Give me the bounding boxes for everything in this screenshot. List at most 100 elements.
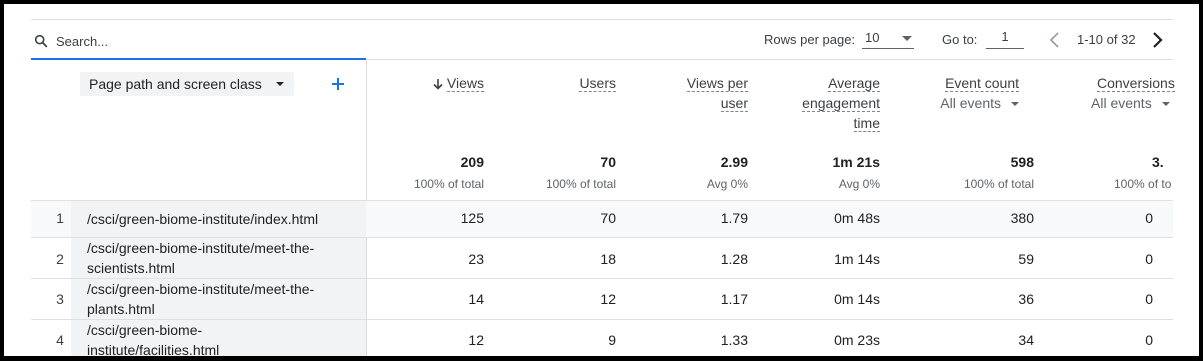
cell-event-count: 59 xyxy=(1018,251,1034,267)
total-subtext: Avg 0% xyxy=(838,177,880,191)
cell-views: 23 xyxy=(468,251,484,267)
page-path[interactable]: /csci/green-biome-institute/meet-the- sc… xyxy=(87,238,352,278)
column-title-line3: time xyxy=(853,115,880,132)
caret-down-icon xyxy=(1011,102,1019,107)
column-header-average-engagement-time[interactable]: Average engagement time xyxy=(760,73,880,133)
rows-per-page-value: 10 xyxy=(865,30,880,45)
column-title: Conversions xyxy=(1097,75,1175,92)
page-path-line1: /csci/green-biome- xyxy=(87,322,203,338)
cell-views: 125 xyxy=(460,210,484,226)
dimension-label: Page path and screen class xyxy=(89,76,262,92)
rows-per-page-label: Rows per page: xyxy=(764,32,856,47)
row-number: 1 xyxy=(56,210,64,226)
table-row[interactable]: 1 /csci/green-biome-institute/index.html… xyxy=(31,201,1173,237)
cell-conversions: 0 xyxy=(1145,251,1153,267)
cell-views-per-user: 1.33 xyxy=(720,332,748,348)
cell-avg-engagement: 0m 48s xyxy=(834,210,880,226)
goto-label: Go to: xyxy=(942,32,978,47)
cell-users: 18 xyxy=(600,251,616,267)
total-subtext: Avg 0% xyxy=(706,177,748,191)
column-title: Views per xyxy=(686,75,748,92)
column-title: Views xyxy=(446,75,484,92)
event-filter-select[interactable]: All events xyxy=(1091,95,1170,111)
total-subtext: 100% of to xyxy=(1114,177,1172,191)
caret-down-icon xyxy=(275,82,284,86)
caret-down-icon xyxy=(902,36,912,41)
page-path-line2: institute/facilities.html xyxy=(87,342,220,356)
cell-conversions: 0 xyxy=(1145,332,1153,348)
page-path-line2: scientists.html xyxy=(87,260,175,276)
column-title: Average xyxy=(828,75,880,92)
chevron-right-icon[interactable] xyxy=(1150,30,1164,50)
search-input[interactable] xyxy=(54,31,358,51)
event-filter-value: All events xyxy=(940,95,1001,111)
column-title: Users xyxy=(579,75,616,92)
page-path-line2: plants.html xyxy=(87,301,155,317)
plus-icon[interactable] xyxy=(329,72,347,96)
cell-views-per-user: 1.28 xyxy=(720,251,748,267)
column-title: Event count xyxy=(945,75,1019,92)
cell-avg-engagement: 0m 23s xyxy=(834,332,880,348)
total-value: 1m 21s xyxy=(832,154,880,170)
goto-page-input[interactable]: 1 xyxy=(986,28,1024,49)
dimension-selector[interactable]: Page path and screen class xyxy=(80,72,294,96)
cell-users: 12 xyxy=(600,291,616,307)
event-filter-select[interactable]: All events xyxy=(940,95,1019,111)
arrow-down-icon xyxy=(433,79,443,90)
pagination-range: 1-10 of 32 xyxy=(1077,32,1136,47)
goto-page-value: 1 xyxy=(1001,29,1009,44)
cell-views: 14 xyxy=(468,291,484,307)
top-divider xyxy=(31,19,1173,20)
page-path-line1: /csci/green-biome-institute/meet-the- xyxy=(87,240,315,256)
cell-views: 12 xyxy=(468,332,484,348)
page-path[interactable]: /csci/green-biome-institute/meet-the- pl… xyxy=(87,279,352,319)
page-path-line1: /csci/green-biome-institute/index.html xyxy=(87,211,319,227)
cell-event-count: 380 xyxy=(1010,210,1034,226)
dimension-cell: /csci/green-biome-institute/index.html xyxy=(71,201,366,237)
report-table-card: Rows per page: 10 Go to: 1 1-10 of 32 Pa… xyxy=(4,4,1199,356)
cell-conversions: 0 xyxy=(1145,291,1153,307)
search-focus-underline xyxy=(31,58,366,60)
cell-users: 70 xyxy=(600,210,616,226)
table-row[interactable]: 4 /csci/green-biome- institute/facilitie… xyxy=(31,320,1173,356)
total-subtext: 100% of total xyxy=(963,177,1034,191)
cell-views-per-user: 1.79 xyxy=(720,210,748,226)
dimension-cell: /csci/green-biome-institute/meet-the- sc… xyxy=(71,238,366,278)
cell-avg-engagement: 0m 14s xyxy=(834,291,880,307)
total-value: 2.99 xyxy=(720,154,748,170)
column-title-line2: engagement xyxy=(802,95,880,112)
cell-event-count: 34 xyxy=(1018,332,1034,348)
row-number: 4 xyxy=(56,332,64,348)
page-path-line1: /csci/green-biome-institute/meet-the- xyxy=(87,281,315,297)
rows-per-page-select[interactable]: 10 xyxy=(862,28,914,49)
table-row[interactable]: 2 /csci/green-biome-institute/meet-the- … xyxy=(31,238,1173,278)
cell-conversions: 0 xyxy=(1145,210,1153,226)
total-subtext: 100% of total xyxy=(413,177,484,191)
event-filter-value: All events xyxy=(1091,95,1152,111)
cell-event-count: 36 xyxy=(1018,291,1034,307)
total-value: 3. xyxy=(1152,154,1164,170)
total-value: 70 xyxy=(600,154,616,170)
search-icon xyxy=(34,34,48,48)
row-number: 2 xyxy=(56,251,64,267)
column-header-views-per-user[interactable]: Views per user xyxy=(638,73,748,113)
column-header-event-count[interactable]: Event count All events xyxy=(909,73,1019,113)
column-header-conversions[interactable]: Conversions All events xyxy=(1049,73,1179,113)
dimension-cell: /csci/green-biome- institute/facilities.… xyxy=(71,320,366,356)
cell-users: 9 xyxy=(608,332,616,348)
page-path[interactable]: /csci/green-biome- institute/facilities.… xyxy=(87,320,352,356)
cell-views-per-user: 1.17 xyxy=(720,291,748,307)
table-row[interactable]: 3 /csci/green-biome-institute/meet-the- … xyxy=(31,279,1173,319)
cell-avg-engagement: 1m 14s xyxy=(834,251,880,267)
page-path[interactable]: /csci/green-biome-institute/index.html xyxy=(87,209,352,229)
caret-down-icon xyxy=(1161,102,1170,107)
column-header-users[interactable]: Users xyxy=(516,73,616,93)
row-number: 3 xyxy=(56,291,64,307)
chevron-left-icon[interactable] xyxy=(1048,30,1062,50)
column-header-views[interactable]: Views xyxy=(384,73,484,93)
total-value: 598 xyxy=(1010,154,1034,170)
total-subtext: 100% of total xyxy=(545,177,616,191)
table-top-divider xyxy=(366,59,1173,60)
column-title-line2: user xyxy=(720,95,748,112)
total-value: 209 xyxy=(460,154,484,170)
